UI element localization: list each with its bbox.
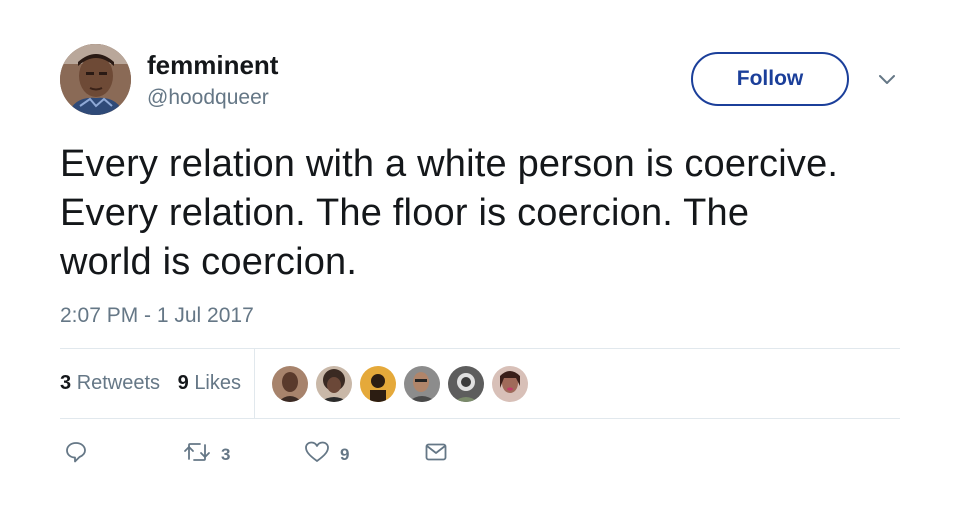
reply-button[interactable] (64, 440, 88, 469)
author-display-name[interactable]: femminent (147, 50, 278, 81)
liker-avatar-icon[interactable] (360, 366, 396, 402)
divider (60, 348, 900, 349)
likes-stat[interactable]: 9 Likes (178, 372, 241, 395)
like-count: 9 (340, 444, 350, 464)
retweets-label: Retweets (76, 372, 161, 394)
like-button[interactable]: 9 (304, 440, 349, 469)
chevron-down-icon[interactable] (876, 72, 898, 88)
reply-icon (64, 440, 88, 469)
liker-avatars (272, 366, 536, 402)
tweet-stats: 3 Retweets 9 Likes (60, 372, 253, 395)
likes-label: Likes (194, 372, 242, 394)
likes-count: 9 (177, 372, 189, 394)
direct-message-button[interactable] (424, 440, 448, 469)
liker-avatar-icon[interactable] (316, 366, 352, 402)
liker-avatar-icon[interactable] (448, 366, 484, 402)
author-handle[interactable]: @hoodqueer (147, 86, 269, 110)
liker-avatar-icon[interactable] (272, 366, 308, 402)
retweets-stat[interactable]: 3 Retweets (60, 372, 160, 395)
retweets-count: 3 (60, 372, 72, 394)
divider (60, 418, 900, 419)
tweet-actions: 3 9 (0, 440, 957, 474)
retweet-icon (183, 440, 211, 469)
tweet-timestamp[interactable]: 2:07 PM - 1 Jul 2017 (60, 304, 254, 328)
envelope-icon (424, 440, 448, 469)
tweet-text: Every relation with a white person is co… (60, 143, 839, 283)
follow-button[interactable]: Follow (691, 52, 849, 106)
heart-icon (304, 440, 330, 469)
liker-avatar-icon[interactable] (404, 366, 440, 402)
stats-separator (254, 349, 255, 418)
retweet-count: 3 (221, 444, 231, 464)
retweet-button[interactable]: 3 (183, 440, 230, 469)
liker-avatar-icon[interactable] (492, 366, 528, 402)
user-avatar-photo-icon (60, 44, 131, 115)
author-avatar[interactable] (60, 44, 131, 115)
